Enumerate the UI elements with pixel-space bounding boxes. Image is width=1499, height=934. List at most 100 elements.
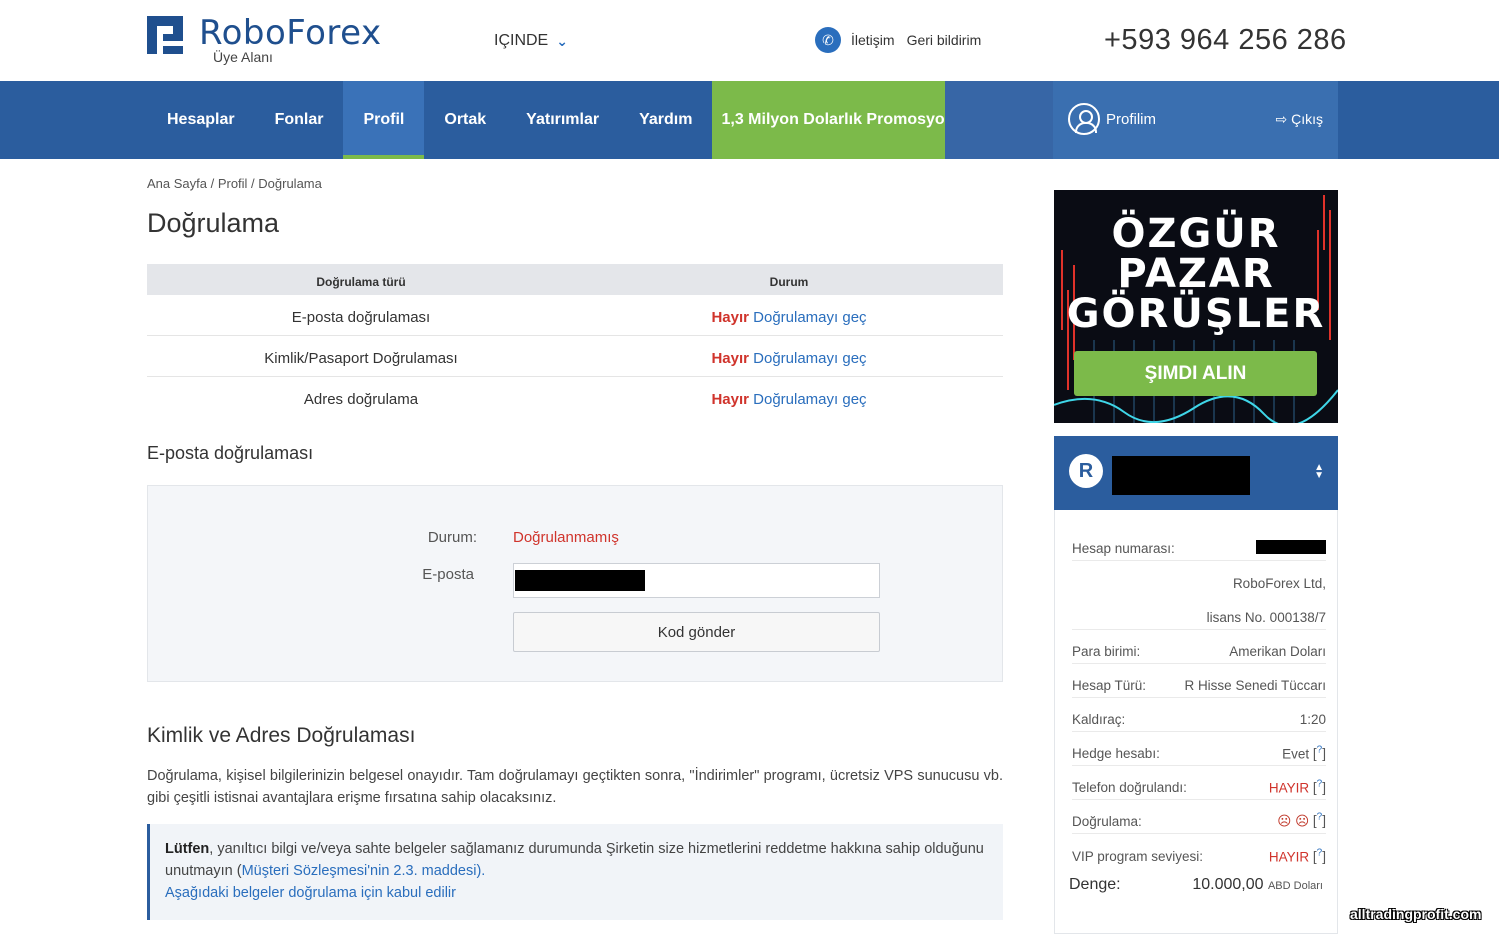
user-icon [1068, 103, 1100, 135]
account-type-row: Hesap Türü: R Hisse Senedi Tüccarı [1072, 664, 1326, 698]
table-header: Doğrulama türü Durum [147, 264, 1003, 295]
logo-name: RoboForex [199, 13, 382, 53]
id-unverified-icon: ☹ [1277, 813, 1292, 828]
currency-value: Amerikan Doları [1229, 644, 1326, 659]
vip-row: VIP program seviyesi: HAYIR [?] [1072, 834, 1326, 868]
notice-bold: Lütfen [165, 841, 210, 857]
help-icon: ? [1316, 744, 1323, 756]
nav-help[interactable]: Yardım [619, 81, 712, 159]
currency-row: Para birimi: Amerikan Doları [1072, 630, 1326, 664]
email-label: E-posta [422, 566, 474, 583]
currency-label: Para birimi: [1072, 644, 1141, 659]
profile-box: Profilim ⇨ Çıkış [1053, 81, 1338, 159]
nav-partner[interactable]: Ortak [424, 81, 506, 159]
table-row: E-posta doğrulaması Hayır Doğrulamayı ge… [147, 295, 1003, 336]
banner-line-3: GÖRÜŞLER [1066, 291, 1326, 337]
balance-currency: ABD Doları [1267, 880, 1323, 892]
account-number-row: Hesap numarası: [1072, 530, 1326, 561]
my-profile-label: Profilim [1106, 110, 1157, 128]
nav-funds[interactable]: Fonlar [255, 81, 344, 159]
redacted-account-number [1256, 540, 1326, 554]
verify-link[interactable]: Doğrulamayı geç [753, 391, 866, 408]
contact-area: ✆ İletişim Geri bildirim [815, 27, 983, 53]
send-code-button[interactable]: Kod gönder [513, 612, 880, 652]
status-label: Durum: [427, 529, 477, 546]
accepted-documents-link[interactable]: Aşağıdaki belgeler doğrulama için kabul … [165, 885, 456, 901]
phone-verified-label: Telefon doğrulandı: [1072, 780, 1187, 795]
kyc-title: Kimlik ve Adres Doğrulaması [147, 724, 416, 747]
verify-link[interactable]: Doğrulamayı geç [753, 350, 866, 367]
verification-row: Doğrulama: ☹ ☹ [?] [1072, 800, 1326, 834]
breadcrumb[interactable]: Ana Sayfa / Profil / Doğrulama [147, 176, 322, 191]
hedge-value: Evet [1282, 746, 1310, 761]
language-selector[interactable]: IÇINDE ⌄ [494, 32, 568, 50]
help-icon: ? [1316, 811, 1323, 823]
help-icon: ? [1316, 847, 1323, 859]
nav-profile[interactable]: Profil [343, 81, 425, 159]
language-label: IÇINDE [494, 32, 549, 49]
redacted-email [515, 570, 645, 591]
verification-table: Doğrulama türü Durum E-posta doğrulaması… [147, 264, 1003, 418]
address-unverified-icon: ☹ [1295, 813, 1310, 828]
logo-mark-icon [147, 16, 183, 54]
account-details: Hesap numarası: RoboForex Ltd, lisans No… [1054, 510, 1338, 934]
logout-link[interactable]: ⇨ Çıkış [1275, 111, 1323, 128]
company-name: RoboForex Ltd, [1232, 576, 1326, 591]
page-title: Doğrulama [147, 208, 280, 238]
nav-promo[interactable]: 1,3 Milyon Dolarlık Promosyon [712, 81, 964, 159]
verify-link[interactable]: Doğrulamayı geç [753, 309, 866, 326]
vip-value: HAYIR [1268, 849, 1310, 864]
client-agreement-link[interactable]: Müşteri Sözleşmesi'nin 2.3. maddesi [242, 863, 477, 879]
leverage-label: Kaldıraç: [1072, 712, 1126, 727]
column-header-type: Doğrulama türü [316, 275, 406, 289]
feedback-link[interactable]: Geri bildirim [907, 32, 982, 48]
status-no: Hayır [711, 350, 749, 367]
vip-label: VIP program seviyesi: [1072, 849, 1204, 864]
phone-verified-value: HAYIR [1268, 780, 1310, 795]
hedge-help[interactable]: [?] [1313, 744, 1326, 762]
account-type-value: R Hisse Senedi Tüccarı [1184, 678, 1326, 693]
balance-label: Denge: [1069, 876, 1121, 893]
leverage-value: 1:20 [1299, 712, 1326, 727]
roboforex-logo[interactable]: RoboForex Üye Alanı [147, 16, 382, 68]
table-row: Kimlik/Pasaport Doğrulaması Hayır Doğrul… [147, 336, 1003, 377]
logout-label: Çıkış [1291, 111, 1323, 127]
email-field[interactable] [513, 563, 880, 598]
hedge-row: Hedge hesabı: Evet [?] [1072, 732, 1326, 766]
account-number-label: Hesap numarası: [1072, 541, 1175, 556]
nav-spacer [945, 81, 1053, 159]
account-selector[interactable]: R ▲ ▼ [1054, 436, 1338, 510]
company-row: RoboForex Ltd, lisans No. 000138/7 [1072, 561, 1326, 630]
redacted-account-name [1112, 456, 1250, 495]
hedge-label: Hedge hesabı: [1072, 746, 1160, 761]
phone-number: +593 964 256 286 [1104, 24, 1347, 56]
kyc-description: Doğrulama, kişisel bilgilerinizin belges… [147, 768, 1003, 806]
verification-type: E-posta doğrulaması [291, 309, 431, 326]
notice-box: Lütfen, yanıltıcı bilgi ve/veya sahte be… [147, 824, 1003, 920]
nav-accounts[interactable]: Hesaplar [147, 81, 255, 159]
status-no: Hayır [711, 391, 749, 408]
roboforex-icon: R [1069, 454, 1103, 488]
leverage-row: Kaldıraç: 1:20 [1072, 698, 1326, 732]
verification-label: Doğrulama: [1072, 814, 1142, 829]
watermark: alltradingprofit.com [1350, 906, 1482, 922]
status-value: Doğrulanmamış [513, 529, 619, 546]
my-profile-link[interactable]: Profilim [1068, 103, 1156, 135]
vip-help[interactable]: [?] [1313, 847, 1326, 865]
verification-help[interactable]: [?] [1313, 811, 1326, 829]
promo-banner[interactable]: ÖZGÜR PAZAR GÖRÜŞLER ŞIMDI ALIN [1054, 190, 1338, 423]
banner-line-2: PAZAR [1117, 251, 1275, 297]
balance-row: Denge: 10.000,00 ABD Doları [1069, 876, 1323, 894]
nav-investments[interactable]: Yatırımlar [506, 81, 619, 159]
verification-type: Kimlik/Pasaport Doğrulaması [264, 350, 458, 367]
banner-get-now-button[interactable]: ŞIMDI ALIN [1074, 351, 1317, 396]
phone-help[interactable]: [?] [1313, 779, 1326, 796]
email-section-title: E-posta doğrulaması [147, 443, 314, 463]
contact-link[interactable]: İletişim [851, 32, 895, 48]
logout-icon: ⇨ [1275, 111, 1288, 127]
phone-icon[interactable]: ✆ [815, 27, 841, 53]
top-header: RoboForex Üye Alanı IÇINDE ⌄ ✆ İletişim … [0, 0, 1499, 81]
status-no: Hayır [711, 309, 749, 326]
license-number: lisans No. 000138/7 [1206, 610, 1326, 625]
table-row: Adres doğrulama Hayır Doğrulamayı geç [147, 377, 1003, 418]
